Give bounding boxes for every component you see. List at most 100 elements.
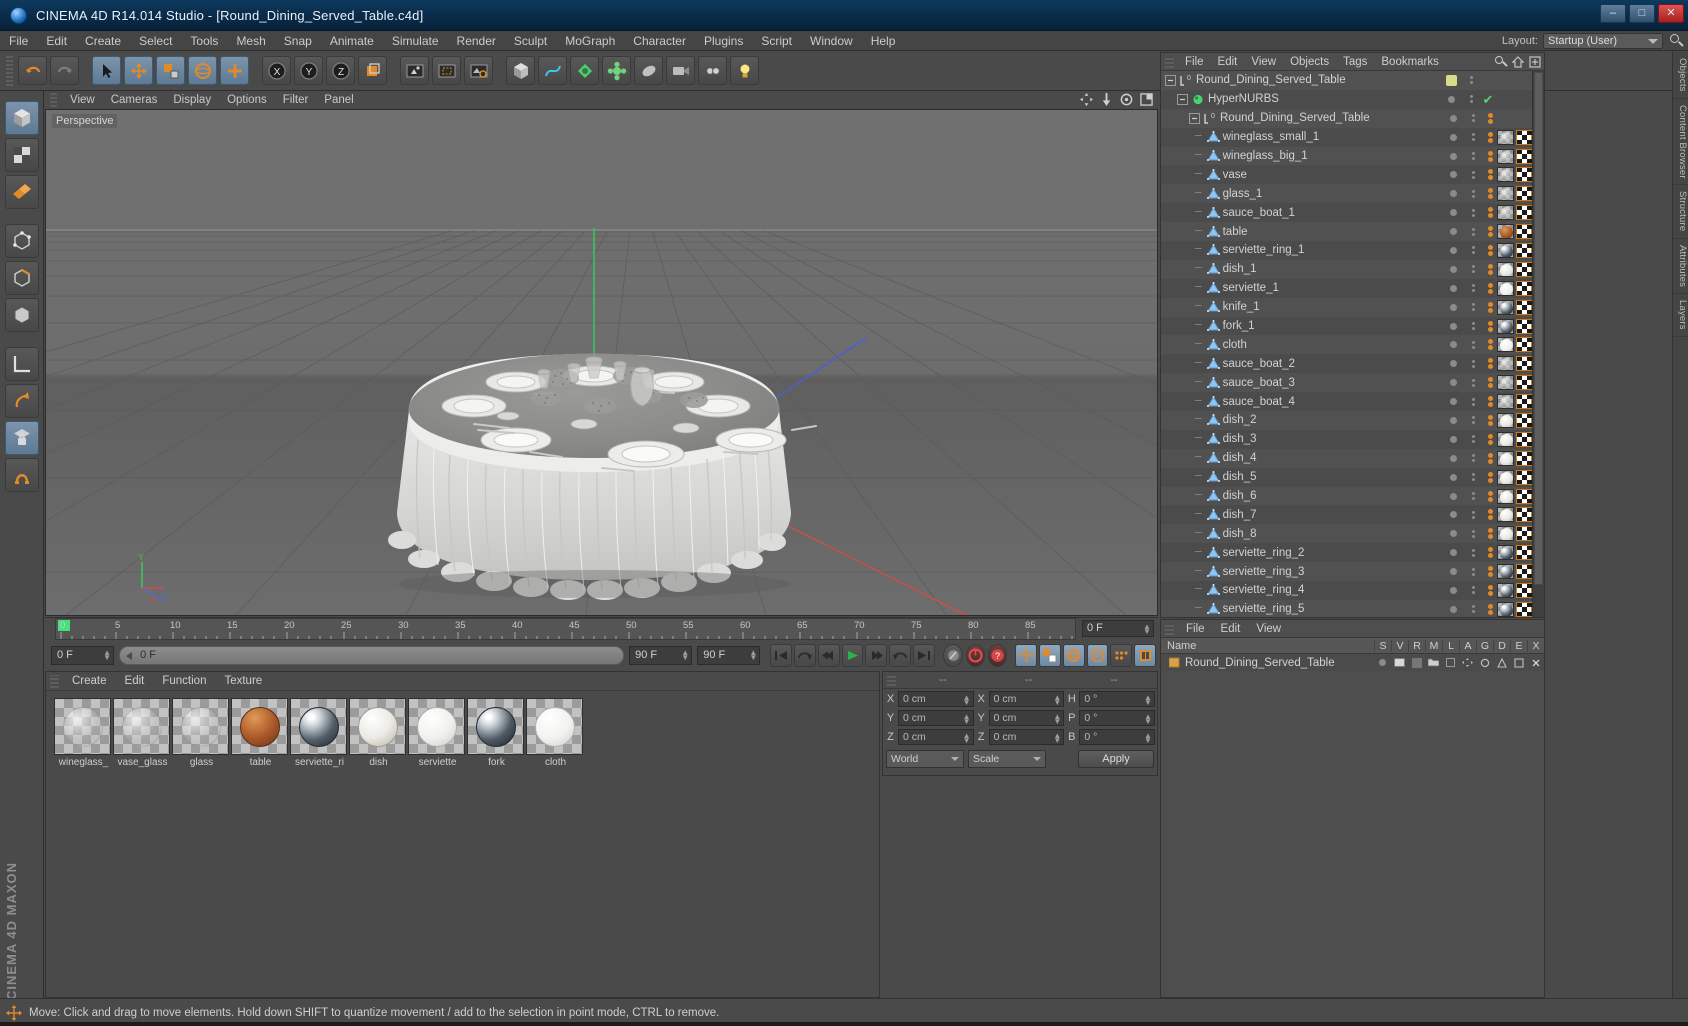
visible-editor-toggle[interactable] bbox=[1465, 548, 1481, 557]
visibility-dots[interactable] bbox=[1441, 454, 1465, 462]
visible-editor-toggle[interactable] bbox=[1465, 303, 1481, 312]
material-swatch[interactable] bbox=[467, 698, 524, 755]
uvw-tag-icon[interactable] bbox=[1516, 431, 1532, 447]
visible-editor-toggle[interactable] bbox=[1465, 586, 1481, 595]
visible-editor-toggle[interactable] bbox=[1465, 114, 1481, 123]
object-manager-grip[interactable] bbox=[1165, 55, 1174, 68]
material-tag-icon[interactable] bbox=[1497, 526, 1514, 542]
menu-window[interactable]: Window bbox=[801, 31, 862, 51]
material-menu-function[interactable]: Function bbox=[153, 675, 215, 687]
visibility-dots[interactable] bbox=[1441, 379, 1465, 387]
polygon-mode-button[interactable] bbox=[4, 175, 39, 209]
cell-x[interactable] bbox=[1527, 658, 1544, 668]
visibility-dots[interactable] bbox=[1441, 398, 1465, 406]
material-swatch[interactable] bbox=[349, 698, 406, 755]
step-back-button[interactable] bbox=[817, 643, 840, 667]
key-parameter-button[interactable]: P bbox=[1086, 643, 1109, 667]
dock-tab-content-browser[interactable]: Content Browser bbox=[1673, 99, 1688, 186]
spinner-icon[interactable]: ▲ ▼ bbox=[963, 712, 971, 725]
dock-tab-layers[interactable]: Layers bbox=[1673, 294, 1688, 337]
go-to-start-button[interactable] bbox=[770, 643, 793, 667]
timeline-ruler[interactable]: 0 5 10 15 20 25 30 35 40 45 50 55 60 65 … bbox=[55, 618, 1076, 640]
dolly-view-icon[interactable] bbox=[1100, 93, 1113, 106]
spinner-icon[interactable]: ▲ ▼ bbox=[749, 648, 757, 661]
workplane-button[interactable] bbox=[4, 347, 39, 381]
select-tool-button[interactable] bbox=[92, 56, 121, 85]
tag-dots[interactable] bbox=[1481, 188, 1497, 200]
tag-dots[interactable] bbox=[1481, 414, 1497, 426]
visible-editor-toggle[interactable] bbox=[1465, 265, 1481, 274]
object-row[interactable]: ─ dish_2 bbox=[1161, 411, 1532, 430]
object-row[interactable]: ─ vase bbox=[1161, 165, 1532, 185]
material-item[interactable]: serviette bbox=[408, 698, 465, 768]
visible-editor-toggle[interactable] bbox=[1465, 510, 1481, 519]
cell-d[interactable] bbox=[1493, 657, 1510, 668]
column-v[interactable]: V bbox=[1391, 639, 1408, 652]
uvw-tag-icon[interactable] bbox=[1516, 129, 1532, 145]
expand-minus-icon[interactable] bbox=[1165, 74, 1176, 86]
material-tag-icon[interactable] bbox=[1497, 280, 1514, 296]
uvw-tag-icon[interactable] bbox=[1516, 526, 1532, 542]
viewport-canvas[interactable]: Perspective Y Z X bbox=[45, 109, 1158, 616]
material-swatch[interactable] bbox=[231, 698, 288, 755]
tag-dots[interactable] bbox=[1481, 471, 1497, 483]
object-row[interactable]: ─ sauce_boat_4 bbox=[1161, 392, 1532, 412]
add-generator-button[interactable] bbox=[570, 56, 599, 85]
minimize-button[interactable]: – bbox=[1600, 4, 1626, 23]
spinner-icon[interactable]: ▲ ▼ bbox=[681, 648, 689, 661]
visible-editor-toggle[interactable] bbox=[1465, 567, 1481, 576]
object-menu-objects[interactable]: Objects bbox=[1283, 56, 1336, 68]
add-deformer-button[interactable] bbox=[602, 56, 631, 85]
visibility-dots[interactable] bbox=[1441, 284, 1465, 292]
tag-dots[interactable] bbox=[1481, 547, 1497, 559]
material-item[interactable]: serviette_ri bbox=[290, 698, 347, 768]
tag-dots[interactable] bbox=[1481, 358, 1497, 370]
rotate-view-icon[interactable] bbox=[1120, 93, 1133, 106]
material-tag-icon[interactable] bbox=[1497, 450, 1514, 466]
menu-render[interactable]: Render bbox=[448, 31, 505, 51]
material-tag-icon[interactable] bbox=[1497, 564, 1514, 580]
tag-dots[interactable] bbox=[1481, 452, 1497, 464]
cell-l[interactable] bbox=[1442, 658, 1459, 667]
column-l[interactable]: L bbox=[1442, 639, 1459, 652]
cell-m[interactable] bbox=[1425, 658, 1442, 667]
material-tag-icon[interactable] bbox=[1497, 469, 1514, 485]
uvw-tag-icon[interactable] bbox=[1516, 186, 1532, 202]
visible-editor-toggle[interactable] bbox=[1465, 170, 1481, 179]
visibility-dots[interactable] bbox=[1441, 265, 1465, 273]
visible-editor-toggle[interactable] bbox=[1465, 340, 1481, 349]
visibility-dots[interactable] bbox=[1441, 549, 1465, 557]
model-mode-button[interactable] bbox=[4, 101, 39, 135]
material-tag-icon[interactable] bbox=[1497, 582, 1514, 598]
apply-button[interactable]: Apply bbox=[1078, 750, 1154, 768]
viewport-menu-cameras[interactable]: Cameras bbox=[103, 91, 166, 109]
coordinates-grip[interactable] bbox=[887, 674, 896, 686]
menu-character[interactable]: Character bbox=[624, 31, 695, 51]
uvw-tag-icon[interactable] bbox=[1516, 205, 1532, 221]
autokey-button[interactable] bbox=[943, 643, 963, 667]
material-item[interactable]: cloth bbox=[526, 698, 583, 768]
visibility-dots[interactable] bbox=[1441, 322, 1465, 330]
spinner-icon[interactable]: ▲ ▼ bbox=[1144, 712, 1152, 725]
scale-tool-button[interactable] bbox=[156, 56, 185, 85]
tag-dots[interactable] bbox=[1481, 528, 1497, 540]
render-view-button[interactable] bbox=[400, 56, 429, 85]
scrollbar-thumb[interactable] bbox=[1534, 72, 1543, 586]
object-row[interactable]: ─ sauce_boat_3 bbox=[1161, 373, 1532, 393]
undo-button[interactable] bbox=[18, 56, 47, 85]
object-row[interactable]: ─ serviette_ring_5 bbox=[1161, 599, 1532, 617]
coord-field-rot-b[interactable]: 0 ° ▲ ▼ bbox=[1079, 728, 1156, 745]
material-tag-icon[interactable] bbox=[1497, 545, 1514, 561]
tag-dots[interactable] bbox=[1481, 169, 1497, 181]
object-row[interactable]: ─ wineglass_big_1 bbox=[1161, 146, 1532, 166]
object-tree[interactable]: 0 Round_Dining_Served_Table HyperNURBS ✔… bbox=[1161, 71, 1532, 617]
material-tag-icon[interactable] bbox=[1497, 129, 1514, 145]
object-menu-view[interactable]: View bbox=[1244, 56, 1283, 68]
object-row[interactable]: ─ serviette_ring_3 bbox=[1161, 562, 1532, 582]
tag-dots[interactable] bbox=[1481, 112, 1497, 124]
render-settings-button[interactable] bbox=[464, 56, 493, 85]
visibility-dots[interactable] bbox=[1439, 95, 1463, 103]
tag-dots[interactable] bbox=[1481, 150, 1497, 162]
viewport-grip[interactable] bbox=[50, 93, 57, 107]
object-row[interactable]: ─ glass_1 bbox=[1161, 184, 1532, 204]
